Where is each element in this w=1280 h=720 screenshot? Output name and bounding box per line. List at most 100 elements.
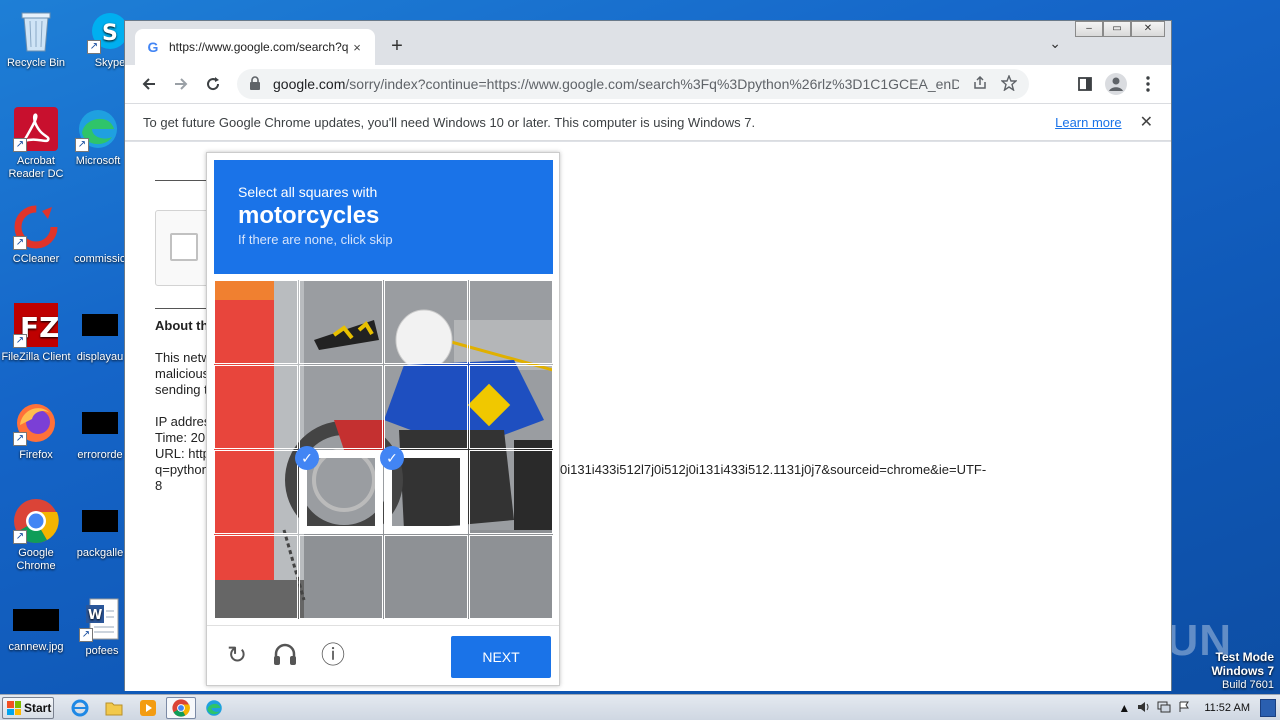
- url-path: /sorry/index?continue=https://www.google…: [345, 76, 959, 92]
- start-label: Start: [24, 701, 52, 715]
- clock[interactable]: 11:52 AM: [1204, 702, 1250, 714]
- time-text: Time: 20: [155, 430, 206, 445]
- grid-tile[interactable]: [469, 535, 553, 619]
- taskbar-chrome-button[interactable]: [166, 697, 196, 719]
- grid-tile-selected[interactable]: ✓: [295, 446, 383, 534]
- desktop-icon-ccleaner[interactable]: ↗ CCleaner: [0, 204, 72, 266]
- recaptcha-checkbox[interactable]: [170, 233, 198, 261]
- grid-tile[interactable]: [469, 280, 553, 364]
- reload-button[interactable]: [197, 68, 229, 100]
- grid-tile[interactable]: [299, 280, 383, 364]
- update-infobar: To get future Google Chrome updates, you…: [125, 103, 1171, 141]
- back-button[interactable]: [133, 68, 165, 100]
- ip-address-text: IP addres: [155, 414, 211, 429]
- query-text: q=python: [155, 462, 209, 477]
- file-icon: [77, 400, 123, 446]
- tab-close-icon[interactable]: ×: [349, 40, 365, 55]
- shortcut-arrow-icon: ↗: [75, 138, 89, 152]
- challenge-target: motorcycles: [238, 202, 380, 229]
- lock-icon: [249, 75, 263, 93]
- learn-more-link[interactable]: Learn more: [1055, 115, 1121, 130]
- notice-line: sending t: [155, 382, 208, 397]
- network-icon[interactable]: [1154, 701, 1174, 716]
- grid-tile[interactable]: [384, 365, 468, 449]
- taskbar-ie-button[interactable]: [66, 697, 94, 719]
- bookmark-star-icon[interactable]: [1000, 73, 1018, 94]
- file-icon: [77, 498, 123, 544]
- shortcut-arrow-icon: ↗: [13, 530, 27, 544]
- menu-button[interactable]: [1132, 68, 1164, 100]
- action-center-flag-icon[interactable]: [1174, 701, 1194, 716]
- next-button[interactable]: NEXT: [451, 636, 551, 678]
- tab-strip: G https://www.google.com/search?q= × + ⌄: [125, 21, 1171, 65]
- acrobat-icon: ↗: [13, 106, 59, 152]
- test-mode-line1: Test Mode: [1215, 650, 1274, 664]
- grid-tile[interactable]: [384, 280, 468, 364]
- checkmark-icon: ✓: [380, 446, 404, 470]
- desktop-icon-cannew[interactable]: cannew.jpg: [0, 602, 72, 654]
- media-player-icon: [140, 700, 156, 716]
- challenge-header: Select all squares with motorcycles If t…: [214, 160, 553, 274]
- grid-tile[interactable]: [214, 365, 298, 449]
- recaptcha-challenge: Select all squares with motorcycles If t…: [206, 152, 560, 686]
- taskbar-explorer-button[interactable]: [100, 697, 128, 719]
- grid-tile[interactable]: [299, 365, 383, 449]
- start-button[interactable]: Start: [2, 697, 54, 719]
- kebab-menu-icon: [1146, 76, 1150, 92]
- forward-button[interactable]: [165, 68, 197, 100]
- grid-tile[interactable]: [214, 280, 298, 364]
- grid-tile[interactable]: [299, 535, 383, 619]
- desktop-icon-label: Google Chrome: [16, 547, 56, 572]
- show-hidden-icons-button[interactable]: ▲: [1114, 701, 1134, 715]
- tab-search-button[interactable]: ⌄: [1049, 35, 1061, 52]
- desktop-icon-label: Recycle Bin: [6, 57, 66, 69]
- challenge-footer: ↻ ⓘ NEXT: [207, 625, 559, 685]
- taskbar-media-player-button[interactable]: [134, 697, 162, 719]
- share-icon[interactable]: [973, 75, 987, 93]
- shortcut-arrow-icon: ↗: [13, 432, 27, 446]
- internet-explorer-icon: [71, 699, 89, 717]
- new-tab-button[interactable]: +: [387, 35, 407, 57]
- chrome-icon: [172, 699, 190, 717]
- challenge-hint: If there are none, click skip: [238, 232, 393, 247]
- grid-tile[interactable]: [469, 365, 553, 449]
- audio-challenge-icon[interactable]: [271, 642, 299, 670]
- shortcut-arrow-icon: ↗: [13, 138, 27, 152]
- grid-tile[interactable]: [214, 535, 298, 619]
- file-icon: [77, 302, 123, 348]
- toolbar: google.com/sorry/index?continue=https://…: [125, 65, 1171, 103]
- side-panel-button[interactable]: [1069, 68, 1101, 100]
- challenge-instruction: Select all squares with: [238, 184, 378, 200]
- test-mode-line3: Build 7601: [1222, 679, 1274, 691]
- address-bar[interactable]: google.com/sorry/index?continue=https://…: [237, 69, 1029, 99]
- show-desktop-button[interactable]: [1260, 699, 1276, 717]
- profile-button[interactable]: [1100, 68, 1132, 100]
- info-icon[interactable]: ⓘ: [319, 642, 347, 670]
- volume-icon[interactable]: [1134, 701, 1154, 716]
- desktop-icon-label: CCleaner: [12, 253, 60, 265]
- back-arrow-icon: [142, 78, 155, 90]
- forward-arrow-icon: [175, 78, 188, 90]
- taskbar-edge-button[interactable]: [200, 697, 228, 719]
- grid-tile[interactable]: [214, 450, 298, 534]
- image-icon: [13, 602, 59, 638]
- chrome-icon: ↗: [13, 498, 59, 544]
- tab-google-search[interactable]: G https://www.google.com/search?q= ×: [135, 29, 375, 65]
- reload-icon: [207, 77, 220, 91]
- desktop-icon-filezilla[interactable]: FZ ↗ FileZilla Client: [0, 302, 72, 364]
- taskbar: Start ▲ 11:52 AM: [0, 694, 1280, 720]
- test-mode-line2: Windows 7: [1211, 664, 1274, 678]
- challenge-image-grid: ✓ ✓: [214, 280, 553, 619]
- infobar-close-button[interactable]: ✕: [1140, 112, 1153, 132]
- shortcut-arrow-icon: ↗: [87, 40, 101, 54]
- grid-tile[interactable]: [384, 535, 468, 619]
- desktop-icon-chrome[interactable]: ↗ Google Chrome: [0, 498, 72, 573]
- url-label-text: URL: http: [155, 446, 210, 461]
- grid-tile-selected[interactable]: ✓: [380, 446, 468, 534]
- desktop-icon-recycle-bin[interactable]: Recycle Bin: [0, 8, 72, 70]
- desktop-icon-label: Firefox: [19, 449, 53, 461]
- desktop-icon-firefox[interactable]: ↗ Firefox: [0, 400, 72, 462]
- reload-challenge-icon[interactable]: ↻: [223, 642, 251, 670]
- grid-tile[interactable]: [469, 450, 553, 534]
- system-tray: ▲ 11:52 AM: [1114, 695, 1280, 720]
